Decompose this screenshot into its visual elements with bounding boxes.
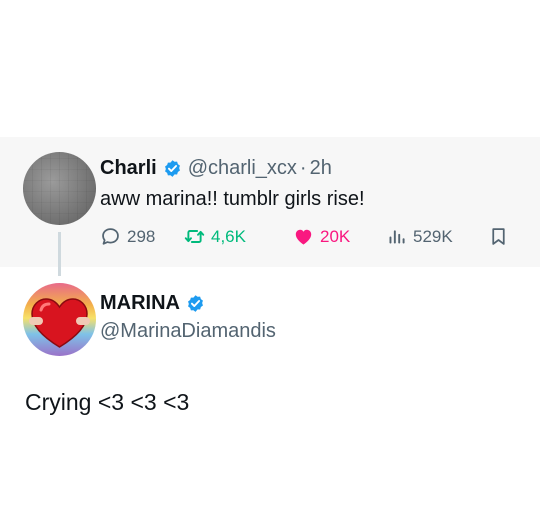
views-count: 529K [413, 226, 453, 246]
charli-avatar[interactable] [23, 152, 96, 225]
marina-handle[interactable]: @MarinaDiamandis [100, 320, 276, 343]
like-button[interactable]: 20K [293, 226, 350, 247]
reply-header: Charli @charli_xcx · 2h [100, 157, 332, 180]
charli-handle[interactable]: @charli_xcx [188, 157, 297, 180]
views-icon [389, 230, 405, 244]
thread-connector [58, 232, 61, 276]
charli-display-name[interactable]: Charli [100, 157, 157, 180]
marina-avatar[interactable] [23, 283, 96, 356]
reply-timestamp[interactable]: 2h [310, 157, 332, 180]
repost-button[interactable]: 4,6K [184, 226, 246, 247]
bookmark-icon [492, 228, 505, 245]
post-text: Crying <3 <3 <3 [25, 389, 190, 415]
views-button[interactable]: 529K [386, 226, 453, 247]
action-bar: 298 4,6K 20K 529K [100, 226, 520, 250]
heart-icon [295, 229, 312, 245]
bookmark-button[interactable] [488, 226, 515, 247]
verified-badge-icon [164, 160, 180, 177]
verified-badge-icon [188, 295, 203, 312]
heart-sticker-icon [29, 298, 90, 348]
marina-header: MARINA [100, 292, 211, 315]
repost-icon [184, 230, 205, 243]
repost-count: 4,6K [211, 226, 246, 246]
reply-icon [102, 228, 119, 245]
reply-text: aww marina!! tumblr girls rise! [100, 188, 365, 210]
time-separator: · [299, 157, 307, 179]
like-count: 20K [320, 226, 351, 246]
reply-count: 298 [127, 226, 156, 246]
marina-display-name[interactable]: MARINA [100, 292, 180, 315]
reply-button[interactable]: 298 [100, 226, 155, 247]
